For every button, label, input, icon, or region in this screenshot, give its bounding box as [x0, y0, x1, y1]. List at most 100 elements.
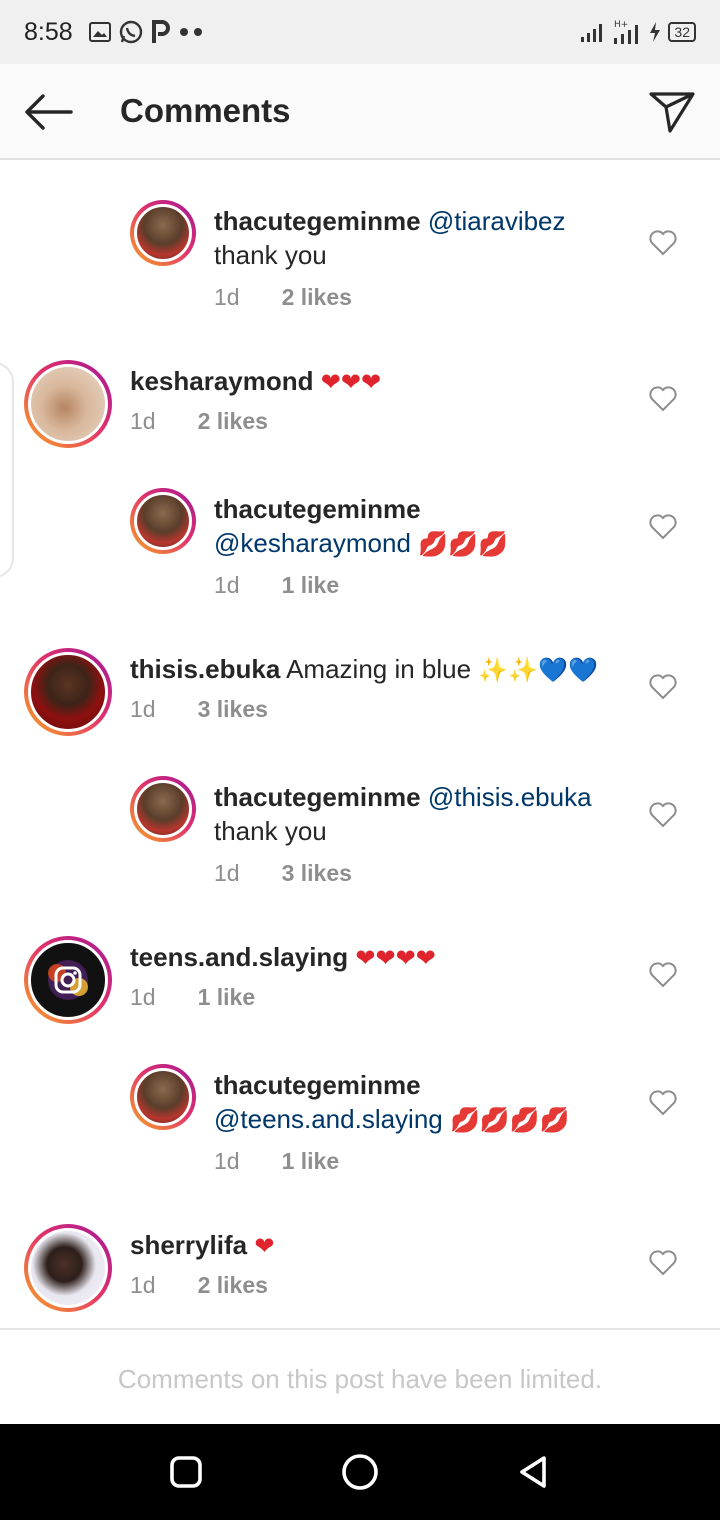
nav-back-button[interactable]	[510, 1448, 558, 1496]
comment-likes[interactable]: 2 likes	[198, 408, 268, 435]
comment-age: 1d	[214, 284, 240, 310]
comment-body: thacutegeminme @teens.and.slaying 💋💋💋💋	[214, 1068, 674, 1138]
comment-body: teens.and.slaying ❤❤❤❤	[130, 940, 570, 976]
comment-mention[interactable]: @kesharaymond	[214, 528, 411, 558]
avatar[interactable]	[130, 200, 196, 266]
comment-meta: 1d 1 like	[214, 1148, 339, 1175]
comment-username[interactable]: thacutegeminme	[214, 206, 421, 236]
arrow-left-icon	[25, 94, 73, 130]
comment-emoji: ❤❤❤❤	[355, 945, 436, 972]
comment-body: thacutegeminme @kesharaymond 💋💋💋	[214, 492, 634, 562]
comment-reply: thacutegeminme @thisis.ebuka thank you 1…	[0, 776, 720, 896]
charging-icon	[650, 22, 661, 42]
comment-likes[interactable]: 2 likes	[282, 284, 352, 311]
comment-emoji: 💋💋💋💋	[450, 1107, 570, 1134]
avatar[interactable]	[130, 1064, 196, 1130]
comment-likes[interactable]: 3 likes	[282, 860, 352, 887]
comment-username[interactable]: thacutegeminme	[214, 782, 421, 812]
avatar[interactable]	[24, 1224, 112, 1312]
comment-likes[interactable]: 3 likes	[198, 696, 268, 723]
send-icon	[649, 92, 695, 133]
heart-icon[interactable]	[648, 1088, 678, 1118]
comment-likes[interactable]: 1 like	[282, 1148, 340, 1175]
whatsapp-icon	[119, 20, 143, 44]
comment-meta: 1d 2 likes	[214, 284, 352, 311]
share-button[interactable]	[644, 86, 700, 138]
comment-text: Amazing in blue	[286, 654, 472, 684]
recents-button[interactable]	[162, 1448, 210, 1496]
heart-icon[interactable]	[648, 1248, 678, 1278]
signal-icon	[581, 24, 603, 42]
image-icon	[89, 22, 111, 42]
heart-icon[interactable]	[648, 384, 678, 414]
comment-body: thacutegeminme @thisis.ebuka thank you	[214, 780, 634, 848]
back-icon	[520, 1456, 546, 1488]
comment-age: 1d	[130, 696, 156, 722]
comment-meta: 1d 3 likes	[130, 696, 268, 723]
comment-body: kesharaymond ❤❤❤	[130, 364, 550, 400]
heart-icon[interactable]	[648, 800, 678, 830]
heart-icon[interactable]	[648, 228, 678, 258]
page-title: Comments	[120, 92, 291, 129]
svg-text:H+: H+	[614, 20, 628, 30]
comment-username[interactable]: sherrylifa	[130, 1230, 247, 1260]
h-plus-signal-icon: H+	[614, 20, 639, 44]
home-button[interactable]	[336, 1448, 384, 1496]
comments-limited-notice: Comments on this post have been limited.	[0, 1328, 720, 1424]
back-button[interactable]	[16, 86, 80, 138]
comment-age: 1d	[214, 860, 240, 886]
comment-username[interactable]: thacutegeminme	[214, 1070, 421, 1100]
avatar[interactable]	[130, 776, 196, 842]
comment-item: sherrylifa ❤ 1d 2 likes	[0, 1224, 720, 1328]
comment-reply: thacutegeminme @tiaravibez thank you 1d …	[0, 200, 720, 320]
comment-body: sherrylifa ❤	[130, 1228, 550, 1264]
comment-age: 1d	[130, 1272, 156, 1298]
comment-mention[interactable]: @teens.and.slaying	[214, 1104, 443, 1134]
comment-text: thank you	[214, 240, 327, 270]
comment-emoji: 💋💋💋	[418, 531, 508, 558]
comment-age: 1d	[130, 984, 156, 1010]
more-dots-icon	[180, 28, 202, 36]
home-icon	[342, 1454, 378, 1490]
comment-meta: 1d 2 likes	[130, 1272, 268, 1299]
recents-icon	[170, 1456, 202, 1488]
comment-mention[interactable]: @thisis.ebuka	[428, 782, 592, 812]
battery-icon: 32	[668, 22, 696, 42]
side-panel-edge[interactable]	[0, 362, 14, 578]
comment-item: kesharaymond ❤❤❤ 1d 2 likes	[0, 360, 720, 480]
avatar[interactable]	[24, 360, 112, 448]
comment-username[interactable]: thacutegeminme	[214, 494, 421, 524]
comment-item: teens.and.slaying ❤❤❤❤ 1d 1 like	[0, 936, 720, 1056]
comment-item: thisis.ebuka Amazing in blue ✨✨💙💙 1d 3 l…	[0, 648, 720, 768]
avatar[interactable]	[130, 488, 196, 554]
system-nav-bar	[0, 1424, 720, 1520]
comment-list[interactable]: thacutegeminme @tiaravibez thank you 1d …	[0, 162, 720, 1328]
comment-text: thank you	[214, 816, 327, 846]
comments-header: Comments	[0, 64, 720, 160]
comment-meta: 1d 1 like	[130, 984, 255, 1011]
comment-age: 1d	[214, 572, 240, 598]
comment-likes[interactable]: 2 likes	[198, 1272, 268, 1299]
system-icons: H+ 32	[580, 16, 696, 48]
instagram-logo-icon	[48, 960, 88, 1000]
heart-icon[interactable]	[648, 512, 678, 542]
comment-reply: thacutegeminme @teens.and.slaying 💋💋💋💋 1…	[0, 1064, 720, 1184]
comment-reply: thacutegeminme @kesharaymond 💋💋💋 1d 1 li…	[0, 488, 720, 608]
comment-body: thacutegeminme @tiaravibez thank you	[214, 204, 634, 272]
comment-age: 1d	[214, 1148, 240, 1174]
comment-username[interactable]: kesharaymond	[130, 366, 314, 396]
comment-meta: 1d 1 like	[214, 572, 339, 599]
avatar[interactable]	[24, 936, 112, 1024]
status-time: 8:58	[24, 18, 73, 46]
comment-username[interactable]: thisis.ebuka	[130, 654, 280, 684]
comment-username[interactable]: teens.and.slaying	[130, 942, 348, 972]
notification-icons	[88, 16, 206, 48]
p-icon	[152, 20, 170, 43]
heart-icon[interactable]	[648, 960, 678, 990]
comment-likes[interactable]: 1 like	[282, 572, 340, 599]
heart-icon[interactable]	[648, 672, 678, 702]
comment-meta: 1d 2 likes	[130, 408, 268, 435]
comment-mention[interactable]: @tiaravibez	[428, 206, 566, 236]
comment-likes[interactable]: 1 like	[198, 984, 256, 1011]
avatar[interactable]	[24, 648, 112, 736]
